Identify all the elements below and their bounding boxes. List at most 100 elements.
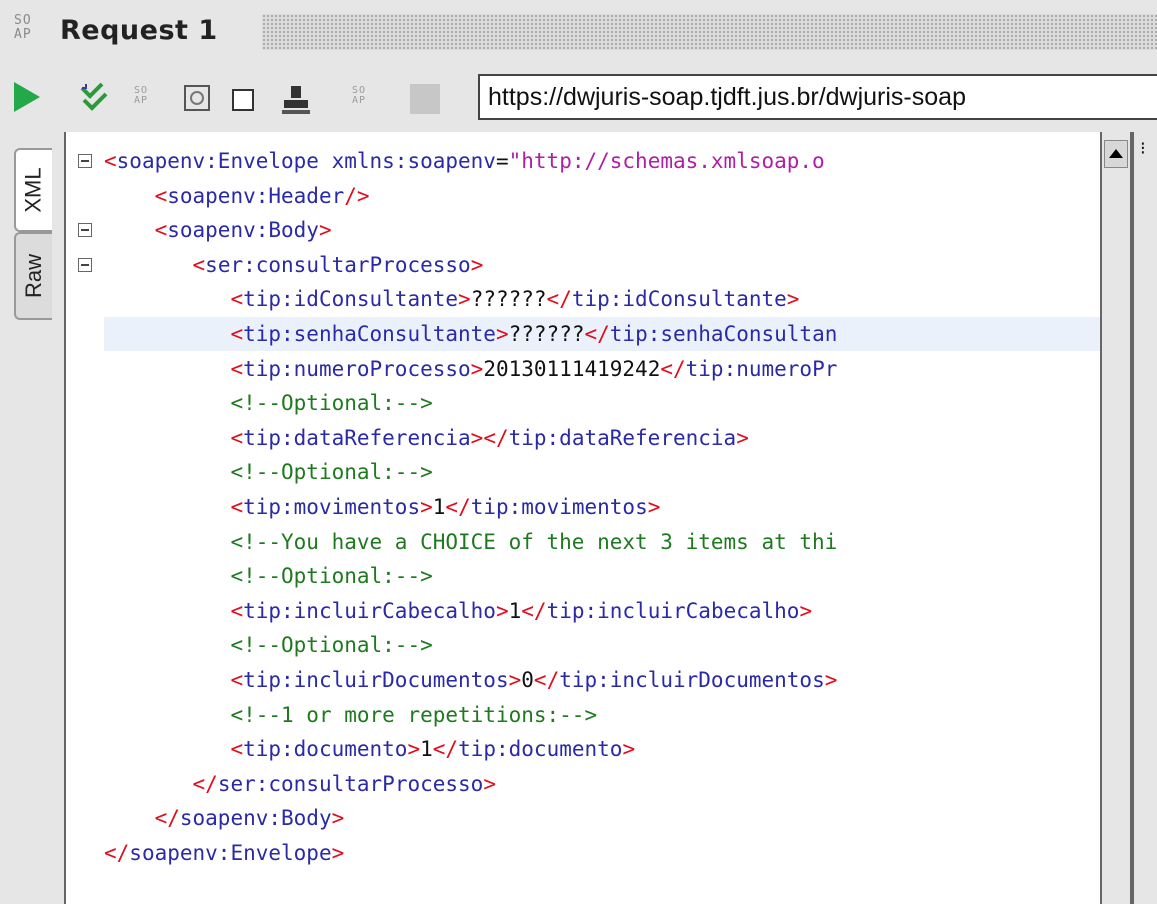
code-token: <!--Optional:-->	[230, 633, 433, 658]
code-token: >	[495, 598, 509, 623]
code-line[interactable]: <tip:dataReferencia></tip:dataReferencia…	[104, 421, 749, 455]
code-token: ??????	[508, 322, 585, 346]
code-token: tip:incluirCabecalho	[546, 598, 800, 623]
stop-icon[interactable]	[410, 84, 440, 114]
code-token: <	[230, 287, 244, 312]
tab-raw[interactable]: Raw	[14, 232, 52, 320]
code-line[interactable]: </soapenv:Envelope>	[104, 836, 344, 870]
scroll-up-icon[interactable]	[1104, 140, 1128, 168]
code-line[interactable]: <tip:movimentos>1</tip:movimentos>	[104, 490, 660, 524]
code-line[interactable]: <!--1 or more repetitions:-->	[104, 698, 597, 732]
code-line[interactable]: <soapenv:Body>	[104, 213, 332, 247]
code-token: </	[584, 322, 610, 346]
code-line[interactable]: <!--Optional:-->	[104, 386, 433, 420]
code-token: <!--You have a CHOICE of the next 3 item…	[230, 529, 838, 554]
code-token: tip:incluirDocumentos	[559, 668, 825, 692]
code-line[interactable]: <!--Optional:-->	[104, 455, 433, 489]
code-token: <	[104, 149, 117, 173]
code-line[interactable]: </ser:consultarProcesso>	[104, 767, 496, 801]
code-line[interactable]: <tip:incluirCabecalho>1</tip:incluirCabe…	[104, 594, 812, 628]
square-icon[interactable]	[232, 89, 254, 111]
soap-icon[interactable]: SO AP	[134, 86, 160, 118]
code-line[interactable]: <tip:idConsultante>??????</tip:idConsult…	[104, 282, 799, 316]
code-line[interactable]: </soapenv:Body>	[104, 801, 345, 835]
code-token: tip:dataReferencia	[508, 425, 737, 450]
code-line[interactable]: <tip:senhaConsultante>??????</tip:senhaC…	[104, 317, 837, 351]
code-token: >	[495, 322, 509, 346]
xml-editor[interactable]: <soapenv:Envelope xmlns:soapenv="http://…	[64, 132, 1100, 904]
code-token: tip:dataReferencia	[243, 425, 471, 450]
endpoint-url-field[interactable]: https://dwjuris-soap.tjdft.jus.br/dwjuri…	[478, 74, 1157, 120]
tab-xml-label: XML	[21, 167, 46, 213]
validate-icon[interactable]	[80, 82, 110, 114]
request-toolbar: SO AP SO AP https://dwjuris-soap.tjdft.jus…	[0, 62, 1157, 132]
code-token: ser:consultarProcesso	[217, 771, 484, 796]
code-token: tip:documento	[458, 737, 623, 762]
code-token: <!--Optional:-->	[230, 391, 433, 416]
code-token: >	[470, 252, 484, 277]
code-token: =	[495, 149, 509, 173]
vertical-scrollbar[interactable]	[1100, 132, 1132, 904]
code-token: tip:idConsultante	[571, 287, 787, 312]
code-line[interactable]: <tip:numeroProcesso>20130111419242</tip:…	[104, 352, 837, 386]
code-token: >	[647, 495, 661, 519]
code-token: ></	[470, 425, 509, 450]
code-token: 1	[432, 495, 446, 519]
code-token: <!--Optional:-->	[230, 460, 433, 485]
code-line[interactable]: <ser:consultarProcesso>	[104, 248, 484, 282]
code-line[interactable]: <tip:incluirDocumentos>0</tip:incluirDoc…	[104, 663, 837, 697]
code-token: soapenv:Envelope	[116, 149, 332, 173]
code-token: </	[192, 771, 218, 796]
fold-toggle-icon[interactable]	[78, 223, 92, 238]
code-line[interactable]: <!--You have a CHOICE of the next 3 item…	[104, 525, 837, 559]
code-line[interactable]: <!--Optional:-->	[104, 628, 433, 662]
code-token: <	[230, 356, 244, 381]
code-line[interactable]: <!--Optional:-->	[104, 559, 432, 593]
code-token: tip:senhaConsultan	[609, 322, 838, 346]
editor-tab-strip: XML Raw	[0, 132, 64, 904]
code-token: tip:movimentos	[470, 495, 648, 519]
right-side-panel: ⁝	[1132, 132, 1157, 904]
code-line[interactable]: <soapenv:Envelope xmlns:soapenv="http://…	[104, 144, 825, 178]
code-token: tip:incluirCabecalho	[243, 598, 496, 623]
code-token: tip:numeroPr	[685, 356, 838, 381]
code-line[interactable]: <soapenv:Header/>	[104, 179, 370, 213]
code-token: soapenv:Envelope	[129, 841, 332, 865]
code-token: </	[445, 495, 471, 519]
fold-toggle-icon[interactable]	[78, 257, 92, 272]
code-token: </	[533, 668, 560, 692]
wsa-icon[interactable]	[184, 85, 210, 111]
fold-toggle-icon[interactable]	[78, 154, 92, 168]
code-line[interactable]: <tip:documento>1</tip:documento>	[104, 732, 635, 766]
code-token: >	[736, 425, 749, 450]
soap-icon[interactable]: SO AP	[352, 86, 378, 118]
code-token: "http://schemas.xmlsoap.o	[508, 149, 825, 173]
code-token: tip:incluirDocumentos	[243, 668, 509, 692]
tab-xml[interactable]: XML	[14, 148, 52, 232]
play-icon[interactable]	[14, 82, 40, 112]
code-token: soapenv:Header	[167, 183, 345, 208]
collapse-icon[interactable]: ⁝	[1140, 140, 1146, 158]
code-token: >	[508, 668, 522, 692]
code-token: <	[230, 495, 244, 519]
person-icon[interactable]	[282, 84, 310, 114]
title-bar-drag-area[interactable]	[262, 14, 1157, 50]
tab-raw-label: Raw	[21, 253, 47, 299]
